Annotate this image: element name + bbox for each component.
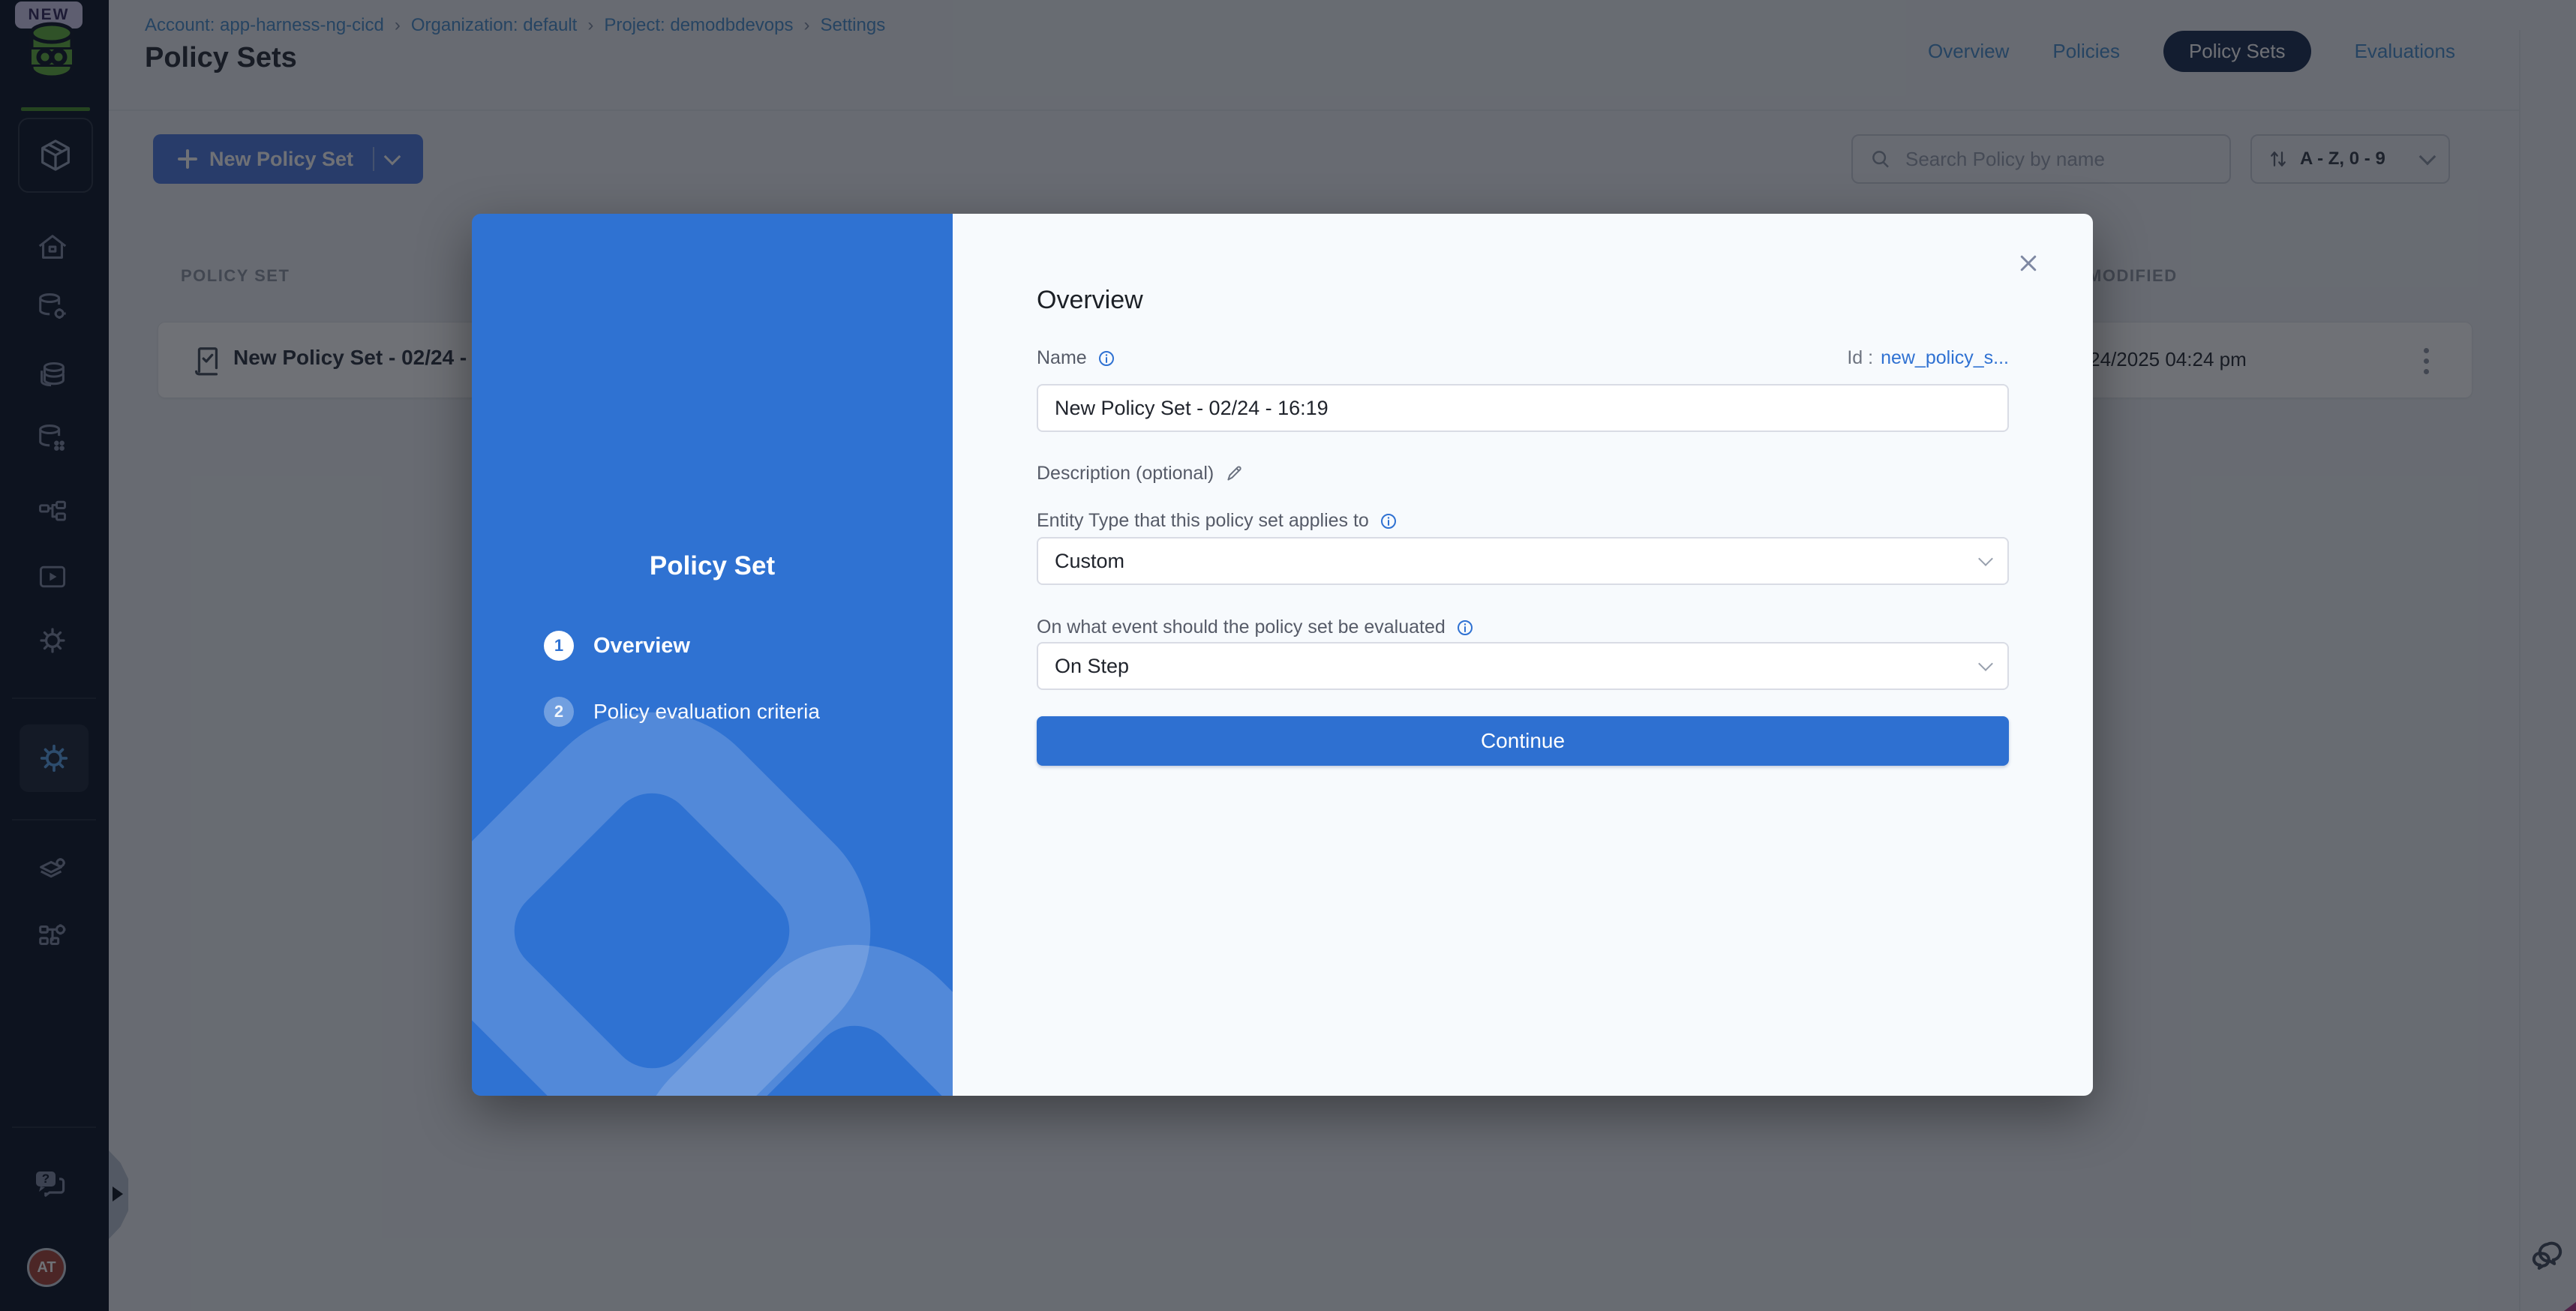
event-label-row: On what event should the policy set be e… bbox=[1037, 616, 2009, 638]
continue-button[interactable]: Continue bbox=[1037, 716, 2009, 766]
modal-close-button[interactable] bbox=[2012, 247, 2045, 280]
new-policy-set-modal: Policy Set 1 Overview 2 Policy evaluatio… bbox=[472, 214, 2093, 1096]
name-label-row: Name Id : new_policy_s... bbox=[1037, 347, 2009, 369]
step-number: 1 bbox=[544, 631, 574, 661]
step-label: Overview bbox=[593, 634, 690, 658]
app-root: NEW bbox=[0, 0, 2576, 1311]
event-select[interactable]: On Step bbox=[1037, 642, 2009, 690]
entity-type-label-row: Entity Type that this policy set applies… bbox=[1037, 510, 2009, 532]
description-label: Description (optional) bbox=[1037, 463, 1214, 484]
name-label: Name bbox=[1037, 347, 1087, 369]
event-label: On what event should the policy set be e… bbox=[1037, 616, 1446, 638]
step-number: 2 bbox=[544, 697, 574, 727]
info-icon[interactable] bbox=[1097, 350, 1115, 368]
id-prefix: Id : bbox=[1847, 347, 1873, 369]
wizard-step-overview[interactable]: 1 Overview bbox=[544, 631, 690, 661]
entity-type-select[interactable]: Custom bbox=[1037, 537, 2009, 585]
wizard-title: Policy Set bbox=[472, 551, 953, 581]
wizard-step-evaluation-criteria[interactable]: 2 Policy evaluation criteria bbox=[544, 697, 820, 727]
close-icon bbox=[2017, 252, 2040, 274]
overview-form-panel: Overview Name Id : new_policy_s... Descr… bbox=[953, 214, 2093, 1096]
form-heading: Overview bbox=[1037, 286, 1143, 315]
name-input[interactable] bbox=[1037, 384, 2009, 432]
chevron-down-icon bbox=[1978, 656, 1993, 671]
info-icon[interactable] bbox=[1380, 512, 1398, 530]
id-link[interactable]: new_policy_s... bbox=[1881, 347, 2009, 369]
edit-pencil-icon[interactable] bbox=[1224, 464, 1244, 484]
entity-type-value: Custom bbox=[1055, 550, 1124, 573]
entity-type-label: Entity Type that this policy set applies… bbox=[1037, 510, 1369, 532]
description-row: Description (optional) bbox=[1037, 463, 2009, 484]
info-icon[interactable] bbox=[1456, 619, 1474, 637]
continue-label: Continue bbox=[1481, 729, 1565, 753]
wizard-panel: Policy Set 1 Overview 2 Policy evaluatio… bbox=[472, 214, 953, 1096]
event-value: On Step bbox=[1055, 655, 1129, 678]
step-label: Policy evaluation criteria bbox=[593, 700, 820, 724]
chevron-down-icon bbox=[1978, 551, 1993, 566]
id-display: Id : new_policy_s... bbox=[1847, 347, 2009, 369]
